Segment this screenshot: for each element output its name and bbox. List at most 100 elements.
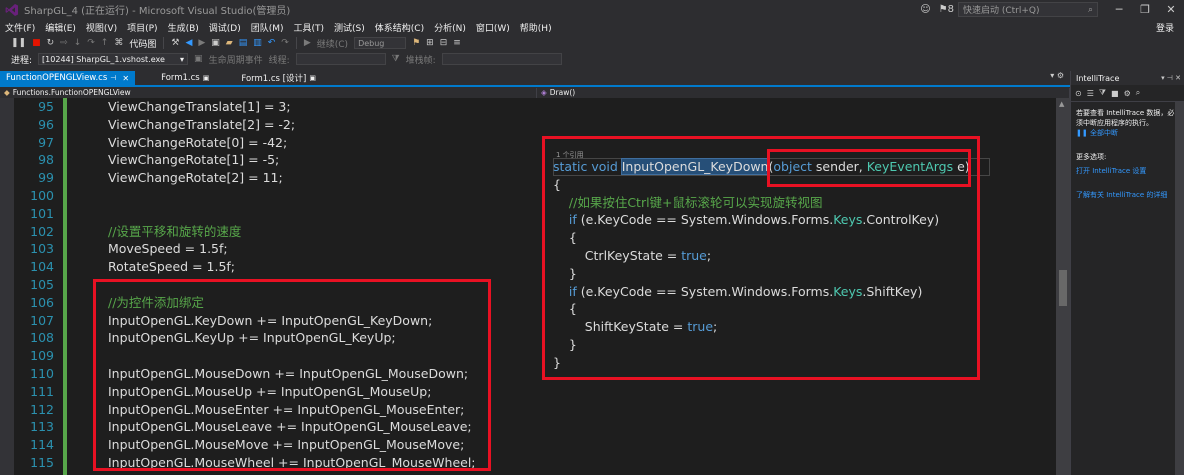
visual-studio-logo-icon	[5, 3, 19, 17]
type-dropdown-value: Functions.FunctionOPENGLView	[12, 88, 131, 97]
menu-project[interactable]: 项目(P)	[122, 21, 162, 34]
lock-icon: ▣	[202, 74, 210, 82]
menu-team[interactable]: 团队(M)	[246, 21, 289, 34]
panel-header: IntelliTrace ▾ ⊣ ✕	[1071, 71, 1184, 85]
notifications-icon[interactable]: ⚑8	[939, 4, 954, 15]
pause-icon: ❚❚	[1076, 129, 1088, 137]
method-icon: ◈	[541, 88, 547, 97]
process-value: [10244] SharpGL_1.vshost.exe	[42, 54, 165, 64]
change-tracking-bar	[63, 98, 67, 475]
menu-build[interactable]: 生成(B)	[163, 21, 204, 34]
save-icon[interactable]: ▤	[239, 38, 248, 48]
line-number: 101	[30, 205, 54, 221]
comment-icon[interactable]: ≡	[453, 38, 461, 48]
menu-view[interactable]: 视图(V)	[81, 21, 122, 34]
chevron-down-icon: ▾	[180, 54, 185, 64]
continue-button[interactable]: 继续(C)	[317, 37, 348, 50]
find-icon[interactable]: ⚑	[412, 38, 420, 48]
scrollbar-thumb[interactable]	[1059, 270, 1067, 306]
panel-scrollbar[interactable]	[1175, 102, 1184, 475]
editor-vertical-scrollbar[interactable]: ▲	[1056, 98, 1070, 475]
stop-debugging-icon[interactable]: ■	[32, 38, 41, 48]
panel-window-controls[interactable]: ▾ ⊣ ✕	[1161, 74, 1181, 82]
menu-edit[interactable]: 编辑(E)	[40, 21, 81, 34]
settings-icon[interactable]: ⚙	[1124, 89, 1131, 98]
minimize-button[interactable]: ─	[1106, 3, 1132, 16]
break-all-icon[interactable]: ❚❚	[11, 38, 26, 48]
menu-file[interactable]: 文件(F)	[0, 21, 40, 34]
learn-more-link[interactable]: 了解有关 IntelliTrace 的详细	[1076, 190, 1179, 200]
navigate-forward-icon[interactable]: ▶	[198, 38, 205, 48]
code-editor[interactable]: 95 96 97 98 99 100 101 102 103 104 105 1…	[0, 98, 1070, 475]
title-bar: SharpGL_4 (正在运行) - Microsoft Visual Stud…	[0, 0, 1184, 19]
panel-title: IntelliTrace	[1076, 73, 1120, 83]
show-next-statement-icon[interactable]: ⇨	[60, 38, 68, 48]
scroll-up-icon[interactable]: ▲	[1059, 100, 1064, 108]
step-into-icon[interactable]: ↓	[74, 38, 82, 48]
feedback-icon[interactable]: ☺	[920, 4, 930, 15]
process-select[interactable]: [10244] SharpGL_1.vshost.exe ▾	[38, 53, 189, 65]
tab-form1-design[interactable]: Form1.cs [设计] ▣	[235, 71, 322, 85]
lock-icon: ▣	[309, 74, 316, 82]
menu-tools[interactable]: 工具(T)	[289, 21, 330, 34]
open-file-icon[interactable]: ▰	[226, 38, 233, 48]
code-map-button[interactable]: 代码图	[129, 37, 156, 50]
navigate-back-icon[interactable]: ◀	[185, 38, 192, 48]
step-over-icon[interactable]: ↷	[87, 38, 95, 48]
restore-button[interactable]: ❐	[1132, 3, 1158, 16]
new-project-icon[interactable]: ▣	[211, 38, 220, 48]
menu-help[interactable]: 帮助(H)	[515, 21, 557, 34]
step-out-icon[interactable]: ↑	[101, 38, 109, 48]
menu-debug[interactable]: 调试(D)	[204, 21, 246, 34]
tab-functionopenglview[interactable]: FunctionOPENGLView.cs ⊣ ✕	[0, 71, 136, 85]
navigation-bar: ◆ Functions.FunctionOPENGLView ◈ Draw()	[0, 87, 1070, 98]
config-select[interactable]: Debug	[354, 37, 407, 49]
line-number: 96	[38, 116, 54, 132]
line-number: 109	[30, 348, 54, 364]
line-number: 95	[38, 99, 54, 114]
menu-window[interactable]: 窗口(W)	[471, 21, 515, 34]
restart-icon[interactable]: ↻	[47, 38, 55, 48]
menu-test[interactable]: 测试(S)	[329, 21, 370, 34]
lifecycle-icon[interactable]: ▣	[194, 54, 203, 64]
lifecycle-events-button[interactable]: 生命周期事件	[209, 53, 263, 66]
login-link[interactable]: 登录	[1156, 21, 1174, 34]
standard-toolbar: ❚❚ ■ ↻ ⇨ ↓ ↷ ↑ ⌘ 代码图 ⚒ ◀ ▶ ▣ ▰ ▤ ▥ ↶ ↷ ▶…	[0, 35, 1184, 51]
open-settings-link[interactable]: 打开 IntelliTrace 设置	[1076, 166, 1179, 176]
continue-icon[interactable]: ▶	[304, 38, 311, 48]
hex-display-icon[interactable]: ⚒	[171, 38, 179, 48]
record-icon[interactable]: ⊙	[1075, 89, 1082, 98]
pin-icon[interactable]: ⊣	[110, 74, 116, 82]
menu-analyze[interactable]: 分析(N)	[429, 21, 471, 34]
thread-select[interactable]	[295, 53, 386, 65]
menu-bar: 文件(F) 编辑(E) 视图(V) 项目(P) 生成(B) 调试(D) 团队(M…	[0, 19, 1184, 35]
filter-icon[interactable]: ⧩	[392, 54, 400, 64]
tab-form1-cs[interactable]: Form1.cs ▣	[155, 71, 215, 85]
redo-icon[interactable]: ↷	[281, 38, 289, 48]
member-dropdown[interactable]: ◈ Draw()	[537, 87, 1070, 98]
list-icon[interactable]: ☰	[1087, 89, 1094, 98]
intellitrace-panel: IntelliTrace ▾ ⊣ ✕ ⊙ ☰ ⧩ ■ ⚙ ⌕ 若要查看 Inte…	[1070, 71, 1184, 475]
stop-icon[interactable]: ■	[1111, 89, 1119, 98]
stack-frame-select[interactable]	[441, 53, 562, 65]
break-all-link[interactable]: ❚❚ 全部中断	[1076, 128, 1179, 138]
tools-icon[interactable]: ⊞	[426, 38, 434, 48]
filter-icon[interactable]: ⧩	[1099, 88, 1106, 98]
type-dropdown[interactable]: ◆ Functions.FunctionOPENGLView	[0, 87, 537, 98]
menu-architecture[interactable]: 体系结构(C)	[370, 21, 429, 34]
undo-icon[interactable]: ↶	[268, 38, 276, 48]
save-all-icon[interactable]: ▥	[253, 38, 262, 48]
bookmark-icon[interactable]: ⊟	[440, 38, 448, 48]
tab-overflow-icon[interactable]: ▾ ⚙	[1050, 71, 1064, 80]
close-icon[interactable]: ✕	[122, 74, 129, 83]
line-number: 106	[30, 294, 54, 310]
close-button[interactable]: ✕	[1158, 3, 1184, 16]
code-map-icon[interactable]: ⌘	[114, 38, 123, 48]
notifications-count: 8	[947, 4, 954, 15]
quick-launch-input[interactable]: 快速启动 (Ctrl+Q) ⌕	[958, 2, 1098, 17]
line-number: 108	[30, 330, 54, 346]
search-icon[interactable]: ⌕	[1136, 88, 1140, 98]
